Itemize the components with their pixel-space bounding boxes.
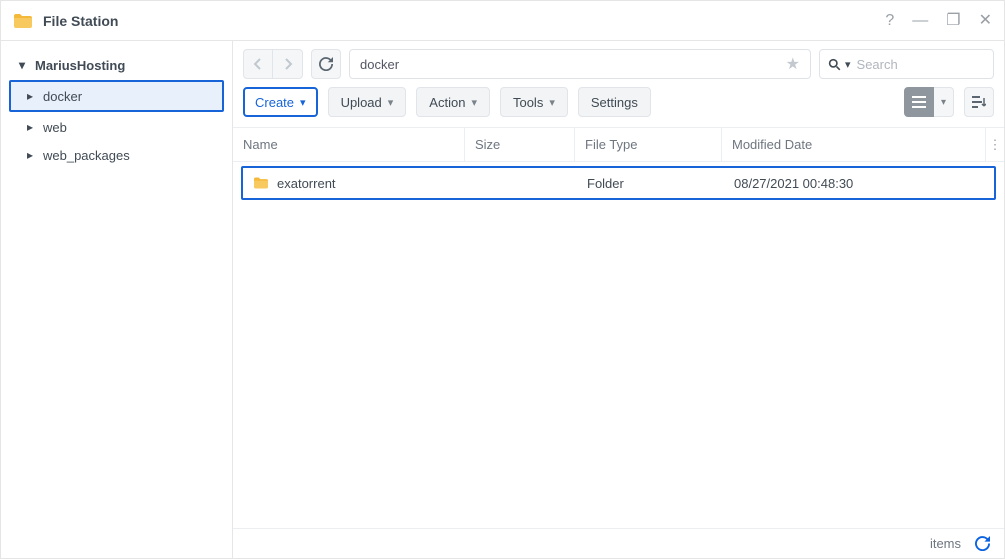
app-folder-icon xyxy=(13,11,33,31)
file-grid: Name Size File Type Modified Date ⋮ xyxy=(233,127,1004,528)
view-list-button[interactable] xyxy=(904,87,934,117)
column-name[interactable]: Name xyxy=(233,128,465,161)
caret-down-icon: ▾ xyxy=(300,96,306,109)
cell-name: exatorrent xyxy=(243,176,467,191)
sidebar-item-web[interactable]: ▸ web xyxy=(1,113,232,141)
nav-group xyxy=(243,49,303,79)
nav-forward-button[interactable] xyxy=(273,49,303,79)
file-station-window: File Station ? — ❐ ✕ ▾ MariusHosting ▸ d… xyxy=(0,0,1005,559)
expander-right-icon[interactable]: ▸ xyxy=(27,89,37,103)
body: ▾ MariusHosting ▸ docker ▸ web ▸ web_pac… xyxy=(1,41,1004,558)
toolbar: Create ▾ Upload ▾ Action ▾ Tools ▾ Setti… xyxy=(233,87,1004,127)
grid-body: exatorrent Folder 08/27/2021 00:48:30 xyxy=(233,162,1004,528)
tools-label: Tools xyxy=(513,95,543,110)
sidebar-item-docker-frame: ▸ docker xyxy=(9,80,224,112)
window-controls: ? — ❐ ✕ xyxy=(885,13,992,29)
pathbar: docker ★ ▾ xyxy=(233,41,1004,87)
sidebar-children: ▸ docker ▸ web ▸ web_packages xyxy=(1,80,232,169)
action-button[interactable]: Action ▾ xyxy=(416,87,490,117)
search-input[interactable] xyxy=(857,57,1005,72)
minimize-icon[interactable]: — xyxy=(912,13,928,29)
sidebar: ▾ MariusHosting ▸ docker ▸ web ▸ web_pac… xyxy=(1,41,233,558)
settings-button[interactable]: Settings xyxy=(578,87,651,117)
create-button[interactable]: Create ▾ xyxy=(243,87,318,117)
cell-type: Folder xyxy=(577,176,724,191)
refresh-button[interactable] xyxy=(311,49,341,79)
favorite-star-icon[interactable]: ★ xyxy=(786,54,800,74)
titlebar: File Station ? — ❐ ✕ xyxy=(1,1,1004,41)
main: docker ★ ▾ Create ▾ Upload ▾ xyxy=(233,41,1004,558)
app-title: File Station xyxy=(43,13,885,29)
search-dropdown-icon[interactable]: ▾ xyxy=(845,58,851,71)
status-items-label: items xyxy=(930,536,961,551)
caret-down-icon: ▾ xyxy=(388,96,394,109)
caret-down-icon: ▾ xyxy=(471,96,477,109)
sidebar-item-label: web xyxy=(43,120,67,135)
search-box[interactable]: ▾ xyxy=(819,49,994,79)
grid-header: Name Size File Type Modified Date ⋮ xyxy=(233,128,1004,162)
expander-down-icon[interactable]: ▾ xyxy=(19,58,29,72)
upload-button[interactable]: Upload ▾ xyxy=(328,87,407,117)
path-text: docker xyxy=(360,57,786,72)
file-name: exatorrent xyxy=(277,176,336,191)
column-date[interactable]: Modified Date xyxy=(722,128,986,161)
create-label: Create xyxy=(255,95,294,110)
sidebar-item-label: web_packages xyxy=(43,148,130,163)
sidebar-item-web-packages[interactable]: ▸ web_packages xyxy=(1,141,232,169)
action-label: Action xyxy=(429,95,465,110)
column-size[interactable]: Size xyxy=(465,128,575,161)
maximize-icon[interactable]: ❐ xyxy=(946,13,960,29)
path-input[interactable]: docker ★ xyxy=(349,49,811,79)
column-type[interactable]: File Type xyxy=(575,128,722,161)
sidebar-item-docker[interactable]: ▸ docker xyxy=(11,82,222,110)
view-mode-dropdown[interactable]: ▾ xyxy=(934,87,954,117)
view-mode-group: ▾ xyxy=(904,87,954,117)
expander-right-icon[interactable]: ▸ xyxy=(27,120,37,134)
cell-date: 08/27/2021 00:48:30 xyxy=(724,176,994,191)
caret-down-icon: ▾ xyxy=(549,96,555,109)
column-menu-icon[interactable]: ⋮ xyxy=(986,137,1004,153)
sidebar-root-label: MariusHosting xyxy=(35,58,125,73)
sort-button[interactable] xyxy=(964,87,994,117)
sidebar-item-label: docker xyxy=(43,89,82,104)
tools-button[interactable]: Tools ▾ xyxy=(500,87,568,117)
help-icon[interactable]: ? xyxy=(885,13,894,29)
nav-back-button[interactable] xyxy=(243,49,273,79)
statusbar: items xyxy=(233,528,1004,558)
file-row-selected-frame: exatorrent Folder 08/27/2021 00:48:30 xyxy=(241,166,996,200)
file-row[interactable]: exatorrent Folder 08/27/2021 00:48:30 xyxy=(243,168,994,198)
upload-label: Upload xyxy=(341,95,382,110)
status-refresh-icon[interactable] xyxy=(975,536,990,551)
settings-label: Settings xyxy=(591,95,638,110)
sidebar-root[interactable]: ▾ MariusHosting xyxy=(1,51,232,79)
close-icon[interactable]: ✕ xyxy=(979,13,992,29)
expander-right-icon[interactable]: ▸ xyxy=(27,148,37,162)
search-icon xyxy=(828,58,841,71)
folder-icon xyxy=(253,176,269,190)
